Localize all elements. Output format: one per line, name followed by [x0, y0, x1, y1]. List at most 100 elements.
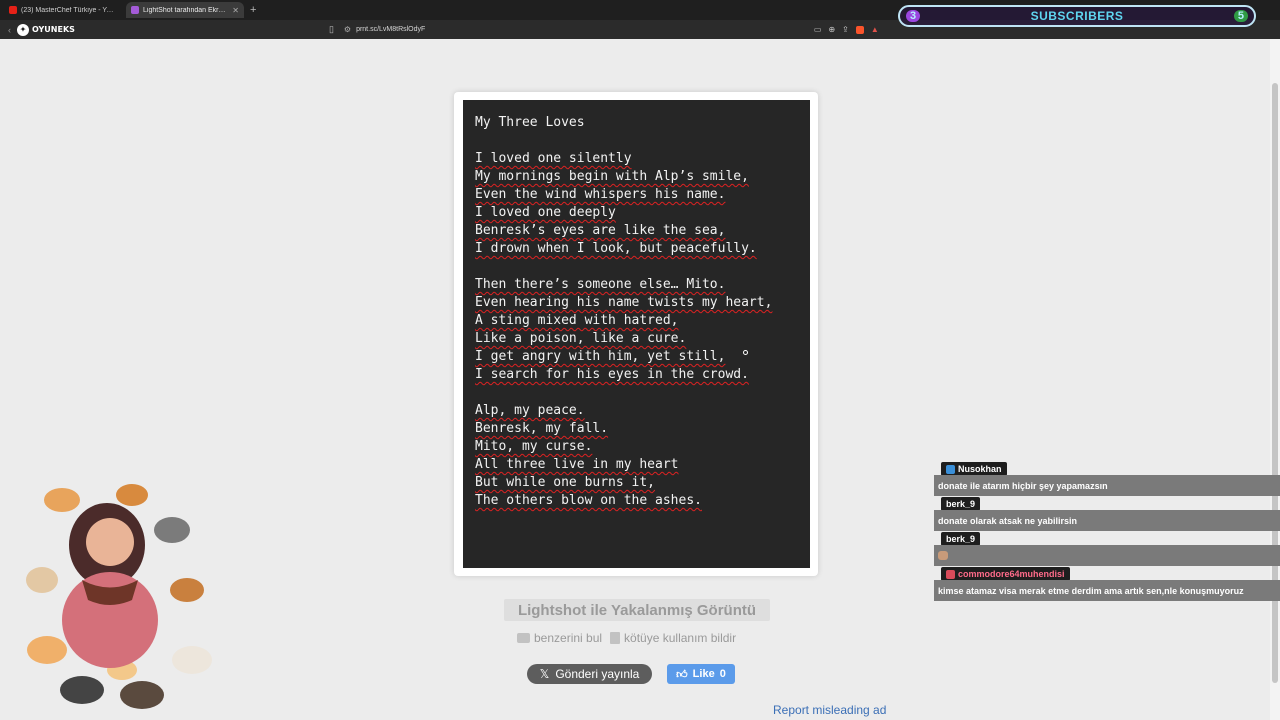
- camera-icon: [517, 633, 530, 643]
- chat-text: kimse atamaz visa merak etme derdim ama …: [938, 585, 1244, 596]
- zoom-icon[interactable]: ⊕: [828, 25, 835, 34]
- poem-line: Even hearing his name twists my heart,: [475, 294, 805, 312]
- poem-line: A sting mixed with hatred,: [475, 312, 805, 330]
- chat-message-text: donate olarak atsak ne yabilirsin: [934, 510, 1280, 531]
- poem-line: I loved one deeply: [475, 204, 805, 222]
- channel-logo: ✦ OYUNEKS: [17, 23, 75, 36]
- poem-line-text: A sting mixed with hatred,: [475, 313, 679, 328]
- brave-shield-icon[interactable]: [855, 25, 864, 34]
- poem-line-text: Benresk, my fall.: [475, 421, 609, 436]
- mouse-cursor: [743, 350, 748, 355]
- poem-line-text: Then there’s someone else… Mito.: [475, 277, 726, 292]
- chat-username-badge: commodore64muhendisi: [941, 567, 1070, 581]
- share-x-button[interactable]: 𝕏 Gönderi yayınla: [527, 664, 652, 684]
- chat-message: berk_9donate olarak atsak ne yabilirsin: [934, 497, 1280, 532]
- poem-line-text: My mornings begin with Alp’s smile,: [475, 169, 749, 184]
- poem-line-text: I search for his eyes in the crowd.: [475, 367, 749, 382]
- platform-badge-icon: [946, 569, 955, 579]
- poem-line: [475, 258, 805, 276]
- back-icon[interactable]: ‹: [8, 25, 11, 35]
- poem-line: I drown when I look, but peacefully.: [475, 240, 805, 258]
- chat-overlay: Nusokhan donate ile atarım hiçbir şey yap…: [934, 462, 1280, 602]
- subscribers-widget: 3 SUBSCRIBERS 5: [898, 5, 1256, 27]
- poem-line-text: All three live in my heart: [475, 457, 679, 472]
- logo-icon: ✦: [17, 23, 29, 36]
- screen-icon[interactable]: ▭: [814, 25, 822, 34]
- poem-line: All three live in my heart: [475, 456, 805, 474]
- poem-line: Mito, my curse.: [475, 438, 805, 456]
- poem-line-text: Alp, my peace.: [475, 403, 585, 418]
- poem-line-text: I loved one silently: [475, 151, 632, 166]
- poem-line: I search for his eyes in the crowd.: [475, 366, 805, 384]
- poem-line-text: I drown when I look, but peacefully.: [475, 241, 757, 256]
- poem-text: My Three Loves I loved one silently My mor…: [475, 114, 805, 510]
- site-settings-icon[interactable]: ⚙: [344, 25, 351, 34]
- youtube-icon: [9, 6, 17, 14]
- action-links: benzerini bul kötüye kullanım bildir: [517, 631, 736, 645]
- chat-message: commodore64muhendisi kimse atamaz visa me…: [934, 567, 1280, 602]
- tab-youtube[interactable]: (23) MasterChef Türkiye - YouTube: [4, 2, 122, 18]
- chat-text: donate olarak atsak ne yabilirsin: [938, 515, 1078, 526]
- poem-line: I get angry with him, yet still,: [475, 348, 805, 366]
- poem-line-text: But while one burns it,: [475, 475, 656, 490]
- scrollbar[interactable]: [1270, 39, 1280, 720]
- chat-message-text: kimse atamaz visa merak etme derdim ama …: [934, 580, 1280, 601]
- poem-line: Alp, my peace.: [475, 402, 805, 420]
- report-icon: [610, 632, 621, 644]
- warning-icon[interactable]: ▲: [871, 25, 879, 34]
- subscribers-label: SUBSCRIBERS: [1030, 9, 1124, 23]
- x-icon: 𝕏: [539, 667, 550, 681]
- poem-line: Even the wind whispers his name.: [475, 186, 805, 204]
- poem-line: Benresk, my fall.: [475, 420, 805, 438]
- bookmark-icon[interactable]: ▯: [329, 24, 334, 35]
- share-icon[interactable]: ⇪: [842, 25, 849, 34]
- new-tab-icon[interactable]: +: [250, 4, 256, 16]
- poem-line: [475, 132, 805, 150]
- chat-message-text: donate ile atarım hiçbir şey yapamazsın: [934, 475, 1280, 496]
- chat-username: berk_9: [946, 534, 976, 544]
- poem-line: Then there’s someone else… Mito.: [475, 276, 805, 294]
- poem-line-text: I loved one deeply: [475, 205, 616, 220]
- poem-line: Benresk’s eyes are like the sea,: [475, 222, 805, 240]
- poem-line: But while one burns it,: [475, 474, 805, 492]
- chat-text: donate ile atarım hiçbir şey yapamazsın: [938, 480, 1108, 491]
- poem-line: [475, 384, 805, 402]
- report-abuse-label: kötüye kullanım bildir: [624, 631, 737, 645]
- like-label: Like: [692, 668, 715, 680]
- poem-line-text: The others blow on the ashes.: [475, 493, 702, 508]
- chat-username-badge: berk_9: [941, 497, 981, 511]
- report-ad-link[interactable]: Report misleading ad: [773, 703, 886, 717]
- poem-line: My mornings begin with Alp’s smile,: [475, 168, 805, 186]
- poem-line-text: Even the wind whispers his name.: [475, 187, 726, 202]
- close-icon[interactable]: ✕: [232, 6, 239, 15]
- logo-text: OYUNEKS: [32, 25, 75, 34]
- page-title: Lightshot ile Yakalanmış Görüntü: [504, 599, 770, 621]
- url-text[interactable]: prnt.sc/LvM8tRslOdyF: [356, 26, 425, 33]
- person-figure: [62, 503, 158, 668]
- like-count: 0: [719, 668, 726, 680]
- subscribers-right-count: 5: [1233, 10, 1248, 22]
- chat-username-badge: Nusokhan: [941, 462, 1007, 476]
- chat-username: commodore64muhendisi: [958, 569, 1065, 579]
- find-similar-label: benzerini bul: [534, 631, 603, 645]
- poem-line-text: Benresk’s eyes are like the sea,: [475, 223, 726, 238]
- chat-message: Nusokhan donate ile atarım hiçbir şey yap…: [934, 462, 1280, 497]
- find-similar-link[interactable]: benzerini bul: [517, 631, 602, 645]
- chat-username: Nusokhan: [958, 464, 1002, 474]
- address-bar[interactable]: ⚙ prnt.sc/LvM8tRslOdyF: [344, 25, 814, 34]
- chat-message: berk_9: [934, 532, 1280, 567]
- poem-line: I loved one silently: [475, 150, 805, 168]
- poem-line: My Three Loves: [475, 114, 805, 132]
- poem-line-text: Even hearing his name twists my heart,: [475, 295, 773, 310]
- tab-lightshot[interactable]: LightShot tarafından Ekran Görü ✕: [126, 2, 244, 18]
- poem-line-text: I get angry with him, yet still,: [475, 349, 726, 364]
- facebook-like-button[interactable]: 👍︎ Like 0: [667, 664, 735, 684]
- report-abuse-link[interactable]: kötüye kullanım bildir: [610, 631, 736, 645]
- chat-message-text: [934, 545, 1280, 566]
- poem-line: The others blow on the ashes.: [475, 492, 805, 510]
- tab-title: (23) MasterChef Türkiye - YouTube: [21, 6, 117, 14]
- subscribers-left-count: 3: [906, 10, 921, 22]
- streamer-avatar-art: [26, 484, 212, 709]
- emote-icon: [938, 551, 948, 560]
- poem-line-text: Like a poison, like a cure.: [475, 331, 687, 346]
